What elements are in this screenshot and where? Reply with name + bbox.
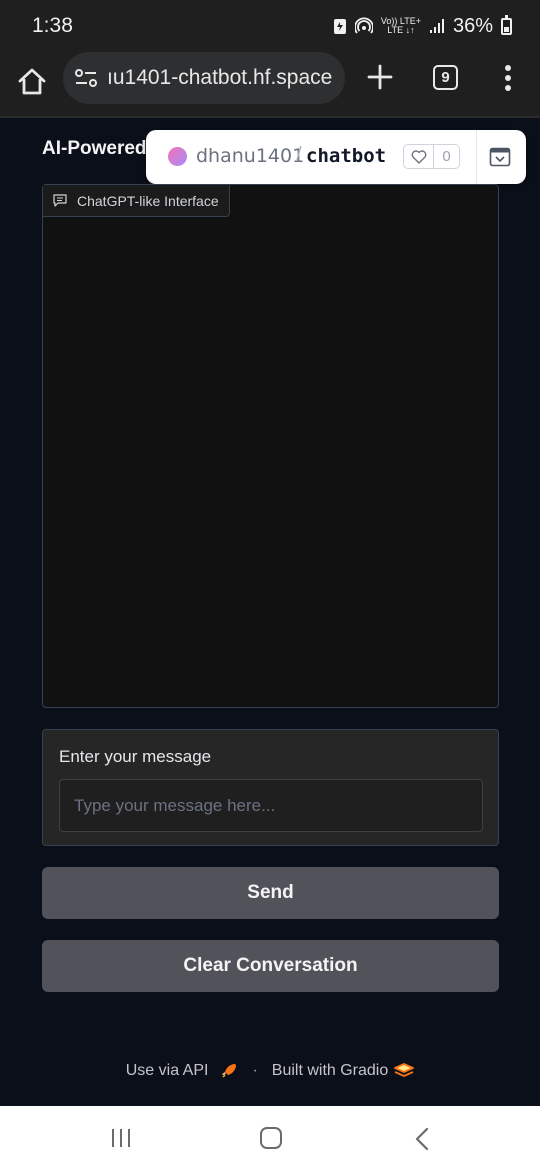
footer-separator: · (252, 1062, 258, 1079)
path-separator: / (296, 144, 302, 166)
battery-saver-icon (333, 19, 346, 34)
url-text[interactable]: ıu1401-chatbot.hf.space (107, 66, 332, 90)
more-options-icon[interactable] (504, 64, 512, 92)
page-title: AI-Powered (42, 138, 147, 159)
recent-apps-icon[interactable] (110, 1128, 132, 1148)
hf-space-header: dhanu1401 / chatbot 0 (146, 130, 526, 184)
new-tab-icon[interactable] (366, 63, 394, 91)
divider (0, 116, 540, 118)
like-count: 0 (442, 148, 451, 165)
back-icon[interactable] (413, 1127, 431, 1151)
signal-icon (429, 19, 444, 33)
gradio-logo-icon (394, 1063, 415, 1077)
home-nav-icon[interactable] (260, 1127, 282, 1149)
heart-icon (404, 145, 434, 168)
page-content: AI-Powered dhanu1401 / chatbot 0 ChatGPT… (0, 116, 540, 1106)
chatbot-label-text: ChatGPT-like Interface (77, 192, 219, 209)
chatbot-panel[interactable]: ChatGPT-like Interface (42, 184, 499, 708)
hotspot-icon (354, 17, 373, 34)
home-icon[interactable] (16, 66, 48, 98)
network-type-label: Vo)) LTE+ LTE ↓↑ (380, 16, 421, 35)
battery-icon (501, 14, 512, 35)
collapse-header-icon[interactable] (489, 146, 511, 168)
use-via-api-link[interactable]: Use via API (126, 1062, 209, 1080)
user-avatar (168, 147, 187, 166)
chat-icon (53, 194, 67, 207)
message-input[interactable] (59, 779, 483, 832)
clear-conversation-button[interactable]: Clear Conversation (42, 940, 499, 992)
like-button[interactable]: 0 (403, 144, 460, 169)
tab-count: 9 (441, 69, 450, 86)
system-nav-bar (0, 1106, 540, 1170)
address-bar[interactable]: ıu1401-chatbot.hf.space (63, 52, 345, 104)
tab-switcher-button[interactable]: 9 (433, 65, 458, 90)
message-input-block: Enter your message (42, 729, 499, 846)
status-bar: 1:38 Vo)) LTE+ LTE ↓↑ 36% (0, 0, 540, 52)
battery-percent: 36% (452, 14, 493, 37)
send-button[interactable]: Send (42, 867, 499, 919)
status-time: 1:38 (32, 14, 73, 37)
built-with-gradio-link[interactable]: Built with Gradio (272, 1062, 389, 1080)
site-settings-icon[interactable] (75, 68, 97, 88)
divider (476, 130, 477, 184)
space-owner-link[interactable]: dhanu1401 (196, 145, 304, 167)
message-input-label: Enter your message (59, 747, 212, 766)
footer: Use via API · Built with Gradio (0, 1062, 540, 1080)
chatbot-label: ChatGPT-like Interface (43, 185, 230, 217)
rocket-icon (222, 1064, 237, 1078)
browser-toolbar: ıu1401-chatbot.hf.space 9 (0, 52, 540, 116)
status-icons: Vo)) LTE+ LTE ↓↑ 36% (333, 14, 512, 38)
space-name-link[interactable]: chatbot (306, 145, 386, 167)
